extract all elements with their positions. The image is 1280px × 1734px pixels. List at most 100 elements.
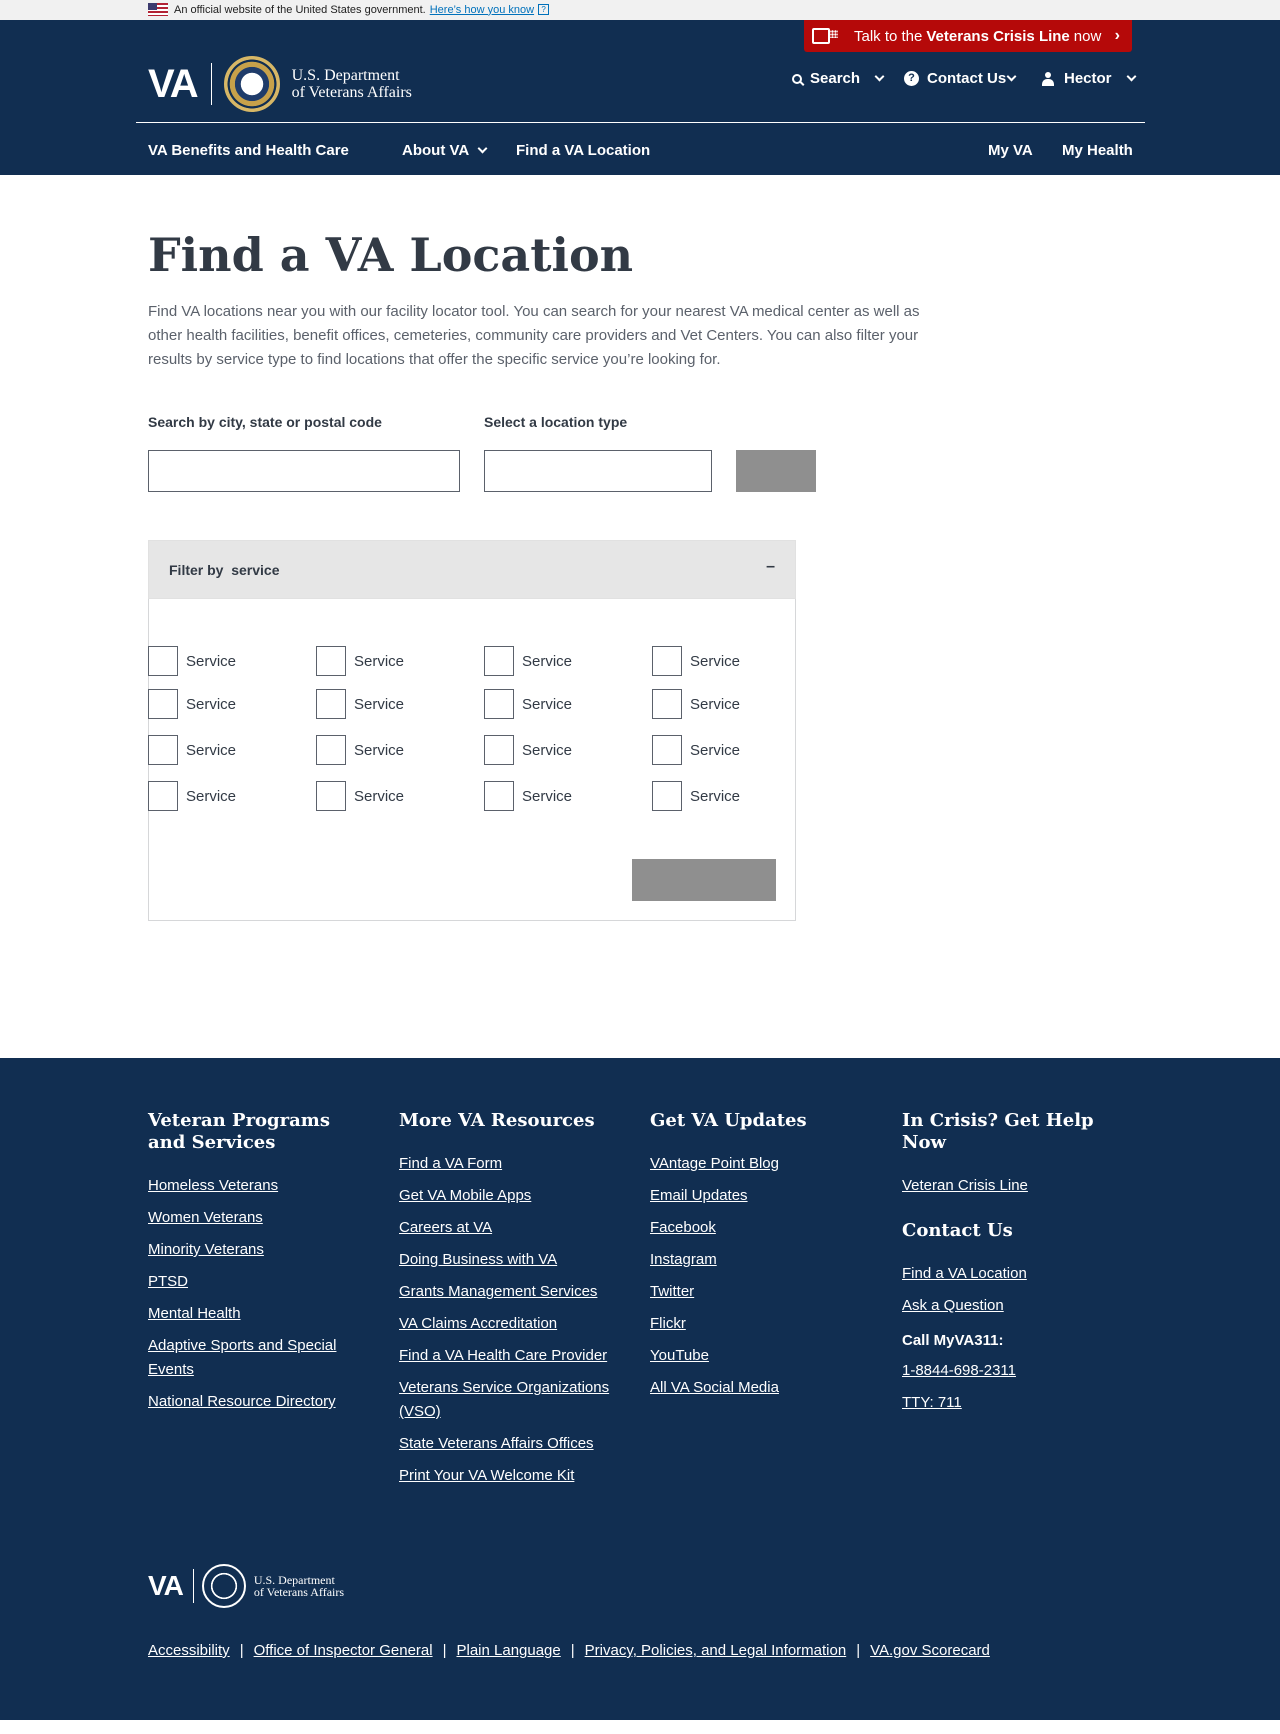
utility-nav: Search ? Contact Us Hector [0,70,1280,90]
checkbox-box[interactable] [148,646,178,676]
main-nav: VA Benefits and Health Care About VA Fin… [0,142,1280,162]
footer-link[interactable]: Ask a Question [902,1294,1122,1318]
checkbox-box[interactable] [652,781,682,811]
checkbox-box[interactable] [148,781,178,811]
footer-link[interactable]: Instagram [650,1248,870,1272]
checkbox-box[interactable] [316,781,346,811]
service-checkbox[interactable]: Service [316,781,404,811]
checkbox-box[interactable] [316,689,346,719]
footer-link[interactable]: Find a VA Form [399,1152,619,1176]
collapse-icon[interactable]: – [766,558,775,576]
checkbox-box[interactable] [652,646,682,676]
official-gov-banner: An official website of the United States… [0,0,1280,20]
checkbox-box[interactable] [316,646,346,676]
service-checkbox[interactable]: Service [148,735,236,765]
service-checkbox[interactable]: Service [652,781,740,811]
service-checkbox[interactable]: Service [652,689,740,719]
service-checkbox[interactable]: Service [484,646,572,676]
service-checkbox[interactable]: Service [484,689,572,719]
footer-link[interactable]: All VA Social Media [650,1376,870,1400]
nav-find-a-va-location[interactable]: Find a VA Location [516,142,650,159]
footer-legal-link[interactable]: Office of Inspector General [254,1642,433,1659]
footer-link[interactable]: Women Veterans [148,1206,368,1230]
nav-va-benefits-and-health-care[interactable]: VA Benefits and Health Care [148,142,349,159]
footer-link[interactable]: PTSD [148,1270,368,1294]
footer-link[interactable]: Facebook [650,1216,870,1240]
footer-link[interactable]: Homeless Veterans [148,1174,368,1198]
footer-link[interactable]: Email Updates [650,1184,870,1208]
checkbox-box[interactable] [148,689,178,719]
service-checkbox[interactable]: Service [316,646,404,676]
nav-my-va[interactable]: My VA [988,142,1033,159]
footer-link[interactable]: Grants Management Services [399,1280,619,1304]
checkbox-box[interactable] [484,689,514,719]
footer-link[interactable]: Veterans Service Organizations (VSO) [399,1376,619,1424]
checkbox-box[interactable] [652,735,682,765]
service-label: Service [690,652,741,670]
service-label: Service [186,787,237,805]
footer-link[interactable]: National Resource Directory [148,1390,368,1414]
veterans-crisis-line-button[interactable]: Talk to the Veterans Crisis Line now › [804,20,1132,52]
search-button[interactable] [736,450,816,492]
service-checkbox[interactable]: Service [484,781,572,811]
footer-link[interactable]: Veteran Crisis Line [902,1174,1122,1198]
apply-filter-button[interactable] [632,859,776,901]
user-menu-button[interactable]: Hector [1042,70,1136,87]
footer-link[interactable]: Adaptive Sports and Special Events [148,1334,368,1382]
footer-legal-link[interactable]: Accessibility [148,1642,230,1659]
footer-link[interactable]: VAntage Point Blog [650,1152,870,1176]
footer-link[interactable]: VA Claims Accreditation [399,1312,619,1336]
service-checkbox[interactable]: Service [148,781,236,811]
footer-legal-link[interactable]: Privacy, Policies, and Legal Information [585,1642,847,1659]
search-location-input[interactable] [148,450,460,492]
footer-link[interactable]: Doing Business with VA [399,1248,619,1272]
footer-link[interactable]: Find a VA Health Care Provider [399,1344,619,1368]
site-header: Talk to the Veterans Crisis Line now › V… [0,20,1280,175]
service-checkbox[interactable]: Service [148,646,236,676]
service-label: Service [522,652,573,670]
service-checkbox[interactable]: Service [316,735,404,765]
service-checkbox[interactable]: Service [652,646,740,676]
va-wordmark: VA [148,1570,184,1601]
service-checkbox[interactable]: Service [484,735,572,765]
footer-link[interactable]: YouTube [650,1344,870,1368]
footer-link[interactable]: Careers at VA [399,1216,619,1240]
dept-line-2: of Veterans Affairs [253,1585,345,1599]
search-menu-button[interactable]: Search [792,70,885,87]
location-type-select[interactable] [484,450,712,492]
footer-link[interactable]: Minority Veterans [148,1238,368,1262]
service-label: Service [186,741,237,759]
footer-link[interactable]: State Veterans Affairs Offices [399,1432,619,1456]
heres-how-you-know-link[interactable]: Here’s how you know [430,4,534,16]
footer-link[interactable]: Print Your VA Welcome Kit [399,1464,619,1488]
footer-legal-link[interactable]: Plain Language [456,1642,560,1659]
service-label: Service [354,652,405,670]
service-checkbox[interactable]: Service [316,689,404,719]
service-label: Service [690,741,741,759]
footer-link[interactable]: Mental Health [148,1302,368,1326]
checkbox-box[interactable] [316,735,346,765]
footer-link[interactable]: Get VA Mobile Apps [399,1184,619,1208]
footer-va-logo[interactable]: VA U.S. Department of Veterans Affairs [148,1564,344,1608]
footer-legal-link[interactable]: VA.gov Scorecard [870,1642,990,1659]
footer-col-programs: Veteran Programs and Services Homeless V… [148,1110,368,1422]
service-checkbox[interactable]: Service [148,689,236,719]
service-checkbox[interactable]: Service [652,735,740,765]
us-flag-icon [148,3,168,16]
contact-us-menu-button[interactable]: ? Contact Us [904,70,1017,87]
nav-about-va[interactable]: About VA [402,142,488,159]
checkbox-box[interactable] [484,781,514,811]
phone-link[interactable]: 1-8844-698-2311 [902,1359,1122,1383]
checkbox-box[interactable] [652,689,682,719]
service-label: Service [354,787,405,805]
footer-link[interactable]: Twitter [650,1280,870,1304]
footer-link[interactable]: Find a VA Location [902,1262,1122,1286]
filter-by-service-accordion[interactable]: Filter by service – [148,540,796,599]
help-icon[interactable]: ? [538,4,550,15]
checkbox-box[interactable] [484,735,514,765]
nav-my-health[interactable]: My Health [1062,142,1133,159]
checkbox-box[interactable] [484,646,514,676]
checkbox-box[interactable] [148,735,178,765]
tty-link[interactable]: TTY: 711 [902,1391,1122,1415]
footer-link[interactable]: Flickr [650,1312,870,1336]
